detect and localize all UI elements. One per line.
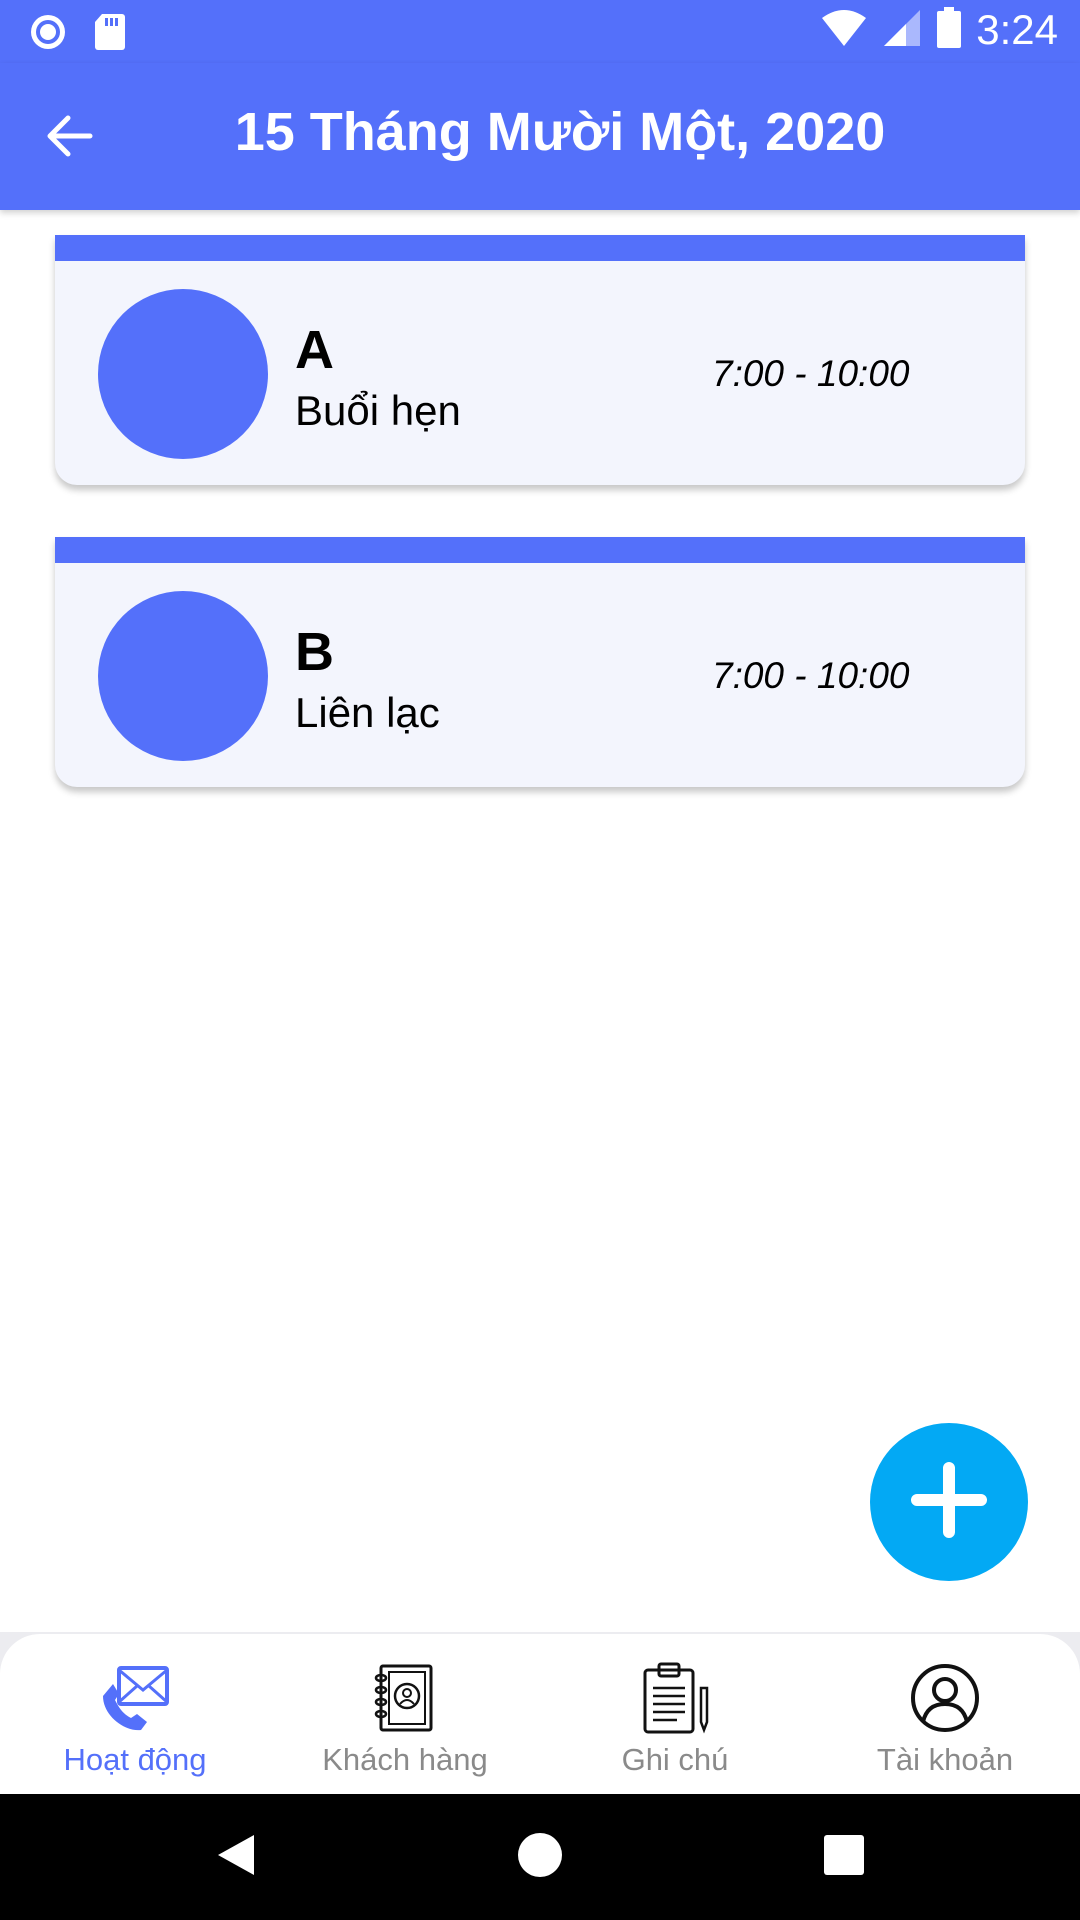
system-home-button[interactable] — [510, 1827, 570, 1887]
cell-signal-icon — [882, 8, 922, 53]
record-icon — [28, 12, 68, 57]
event-time: 7:00 - 10:00 — [712, 353, 910, 394]
nav-label: Hoạt động — [63, 1742, 207, 1777]
nav-label: Ghi chú — [621, 1742, 729, 1777]
event-name: B — [295, 622, 334, 682]
page-title: 15 Tháng Mười Một, 2020 — [234, 102, 886, 162]
event-card[interactable]: A Buổi hẹn 7:00 - 10:00 — [55, 235, 1025, 485]
event-type: Buổi hẹn — [295, 387, 461, 434]
plus-icon — [911, 1461, 987, 1543]
card-accent-bar — [55, 235, 1025, 261]
nav-item-notes[interactable]: Ghi chú — [540, 1634, 810, 1794]
event-type: Liên lạc — [295, 689, 440, 736]
system-nav-bar — [0, 1794, 1080, 1920]
phone-mail-icon — [97, 1660, 173, 1736]
nav-label: Tài khoản — [876, 1742, 1014, 1777]
triangle-back-icon — [214, 1831, 258, 1884]
nav-item-customers[interactable]: Khách hàng — [270, 1634, 540, 1794]
clipboard-note-icon — [637, 1660, 713, 1736]
system-recents-button[interactable] — [814, 1827, 874, 1887]
app-bar: 15 Tháng Mười Một, 2020 — [0, 63, 1080, 210]
account-icon — [907, 1660, 983, 1736]
nav-item-activity[interactable]: Hoạt động — [0, 1634, 270, 1794]
bottom-nav: Hoạt động Khách hàng Ghi chú Tài khoản — [0, 1634, 1080, 1794]
sd-card-icon — [94, 12, 126, 57]
circle-home-icon — [516, 1831, 564, 1884]
square-recents-icon — [822, 1833, 866, 1882]
card-accent-bar — [55, 537, 1025, 563]
nav-label: Khách hàng — [322, 1742, 488, 1777]
event-name: A — [295, 320, 334, 380]
avatar — [98, 591, 268, 761]
contacts-book-icon — [367, 1660, 443, 1736]
battery-icon — [936, 6, 962, 54]
avatar — [98, 289, 268, 459]
system-back-button[interactable] — [206, 1827, 266, 1887]
status-time: 3:24 — [976, 6, 1058, 53]
status-right-icons: 3:24 — [820, 6, 1058, 54]
add-event-button[interactable] — [870, 1423, 1028, 1581]
event-card[interactable]: B Liên lạc 7:00 - 10:00 — [55, 537, 1025, 787]
nav-item-account[interactable]: Tài khoản — [810, 1634, 1080, 1794]
event-time: 7:00 - 10:00 — [712, 655, 910, 696]
wifi-icon — [820, 8, 868, 53]
status-bar: 3:24 — [0, 0, 1080, 63]
status-left-icons — [28, 12, 126, 57]
